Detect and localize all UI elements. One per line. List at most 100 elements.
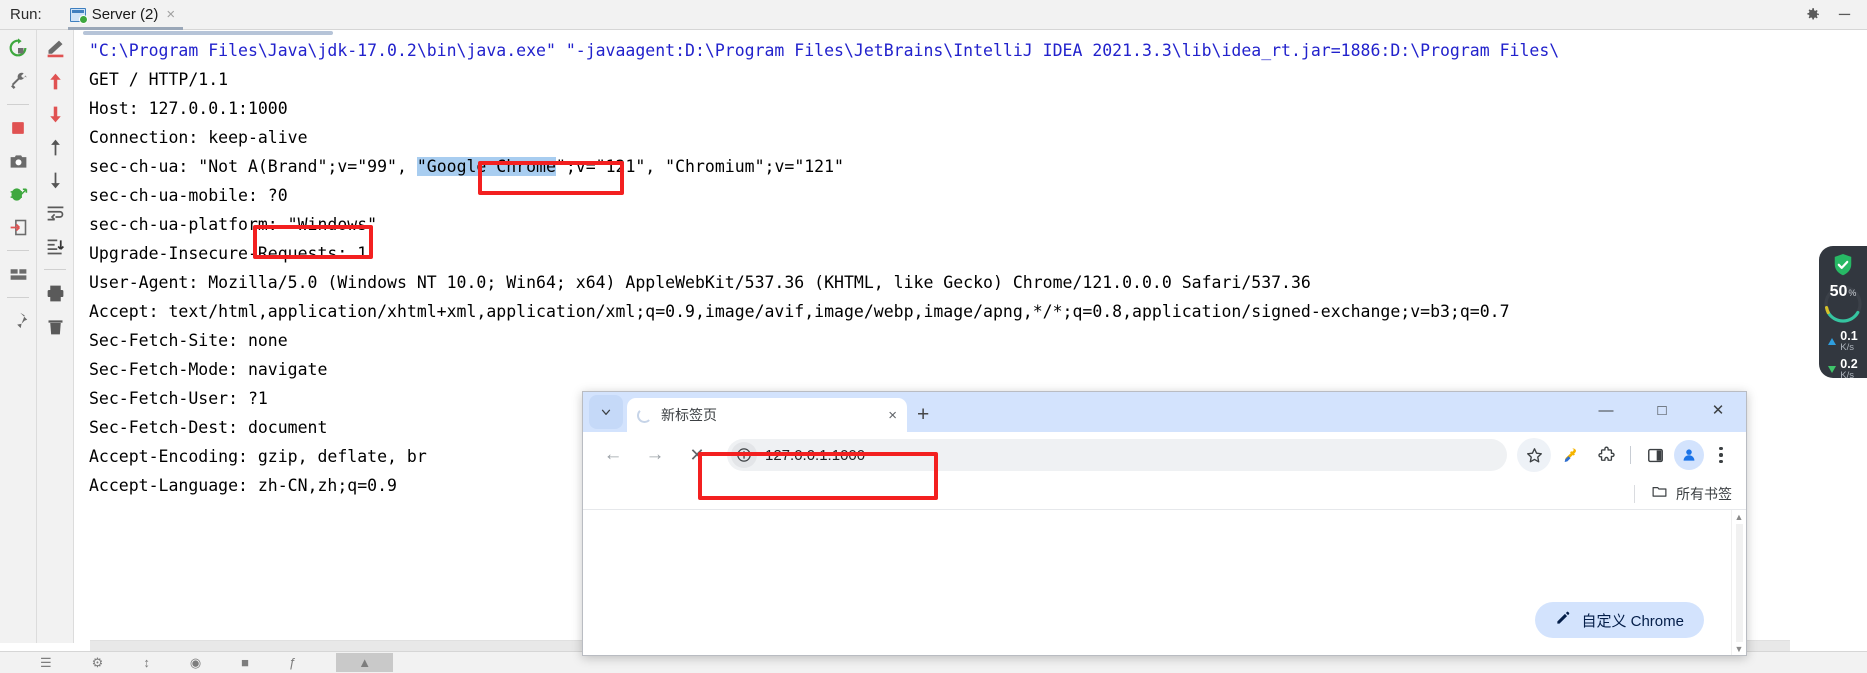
console-line: Sec-Fetch-Mode: navigate [89,360,328,379]
stop-loading-button[interactable]: ✕ [677,435,717,475]
console-line: Sec-Fetch-Site: none [89,331,288,350]
arrow-down-icon [1828,366,1837,374]
status-item[interactable]: ◉ [190,655,201,671]
run-label: Run: [10,6,42,23]
site-info-icon[interactable] [731,442,757,468]
selected-text: "Google Chrome [416,157,556,176]
console-line: GET / HTTP/1.1 [89,70,229,89]
upload-speed-row: 0.1 K/s [1828,329,1858,354]
console-line: sec-ch-ua-platform: "Windows" [89,215,378,234]
run-tab-server[interactable]: Server (2) × [64,0,184,30]
maximize-button[interactable]: □ [1634,392,1690,428]
scrollbar-thumb[interactable] [83,31,333,35]
extensions-puzzle-icon[interactable] [1589,438,1623,472]
chrome-menu-kebab-icon[interactable] [1706,438,1736,472]
console-toolbar-left [0,30,37,643]
run-tool-window-header: Run: Server (2) × [0,0,1867,30]
next-occurrence-icon[interactable] [43,102,67,126]
status-item[interactable]: ↕ [143,655,150,670]
bookmark-star-icon[interactable] [1517,438,1551,472]
close-icon[interactable]: × [166,6,175,23]
console-line: "C:\Program Files\Java\jdk-17.0.2\bin\ja… [89,41,1560,60]
minimize-icon[interactable] [1835,6,1853,24]
stop-icon[interactable] [6,116,30,140]
run-config-icon [69,7,88,24]
bookmarks-divider [1634,484,1635,503]
chrome-vertical-scrollbar[interactable]: ▲ ▼ [1731,510,1746,655]
prev-occurrence-icon[interactable] [43,69,67,93]
console-line: Upgrade-Insecure-Requests: 1 [89,244,368,263]
chrome-tab-newtab[interactable]: 新标签页 × [627,398,907,432]
print-icon[interactable] [43,281,67,305]
wrench-settings-icon[interactable] [6,69,30,93]
omnibox-url-text[interactable]: 127.0.0.1:1000 [765,447,865,464]
eyedropper-icon[interactable] [1553,438,1587,472]
window-controls: — □ ✕ [1578,392,1746,432]
toolbar-divider [7,104,29,105]
scroll-down-icon[interactable] [43,168,67,192]
chrome-browser-window[interactable]: 新标签页 × + — □ ✕ ← → ✕ 127.0.0.1:1000 所有书签… [582,391,1747,656]
chrome-tab-title: 新标签页 [661,407,717,423]
close-button[interactable]: ✕ [1690,392,1746,428]
download-speed-row: 0.2 K/s [1828,357,1858,381]
chrome-tab-strip: 新标签页 × + — □ ✕ [583,392,1746,432]
layout-icon[interactable] [6,262,30,286]
netspeed-widget[interactable]: 50% 0.1 K/s 0.2 K/s [1819,246,1867,381]
toolbar-divider [7,297,29,298]
forward-button[interactable]: → [635,435,675,475]
arrow-up-icon [1828,338,1837,346]
status-item[interactable]: ⚙ [92,655,104,671]
scroll-up-arrow-icon[interactable]: ▲ [1735,510,1744,524]
wrap-lines-icon[interactable] [43,201,67,225]
status-item[interactable]: ☰ [40,655,52,671]
thread-dump-icon[interactable] [6,215,30,239]
rerun-icon[interactable] [6,36,30,60]
pin-tab-icon[interactable] [6,309,30,333]
console-toolbar-right [37,30,74,643]
run-tab-title: Server (2) [91,6,159,23]
new-tab-button[interactable]: + [917,404,929,425]
folder-icon [1651,483,1668,505]
camera-snapshot-icon[interactable] [6,149,30,173]
minimize-button[interactable]: — [1578,392,1634,428]
cpu-usage-text: 50% [1822,283,1864,325]
console-line: sec-ch-ua-mobile: ?0 [89,186,288,205]
chrome-toolbar: ← → ✕ 127.0.0.1:1000 [583,432,1746,478]
gear-icon[interactable] [1803,6,1821,24]
console-line: sec-ch-ua: "Not A(Brand";v="99", "Google… [89,157,844,176]
console-line: Host: 127.0.0.1:1000 [89,99,288,118]
upload-speed-unit: K/s [1840,342,1855,354]
scroll-to-end-icon[interactable] [43,234,67,258]
console-line: Connection: keep-alive [89,128,308,147]
scroll-down-arrow-icon[interactable]: ▼ [1735,642,1744,655]
toolbar-divider [1630,446,1631,464]
scrollbar-track [1736,524,1743,642]
security-shield-check-icon[interactable] [1832,253,1854,277]
clear-all-trash-icon[interactable] [43,314,67,338]
run-header-actions [1803,6,1867,24]
status-item-active[interactable]: ▲ [336,653,394,672]
scroll-up-icon[interactable] [43,135,67,159]
side-panel-icon[interactable] [1638,438,1672,472]
customize-chrome-button[interactable]: 自定义 Chrome [1535,602,1704,638]
console-line: Accept: text/html,application/xhtml+xml,… [89,302,1510,321]
soft-wrap-pencil-icon[interactable] [43,36,67,60]
cpu-usage-ring: 50% [1822,283,1864,325]
omnibox[interactable]: 127.0.0.1:1000 [727,439,1507,471]
chrome-bookmarks-bar: 所有书签 [583,478,1746,510]
pencil-icon [1555,610,1571,631]
cpu-usage-value: 50 [1829,283,1848,300]
close-icon[interactable]: × [888,408,897,423]
all-bookmarks-label[interactable]: 所有书签 [1676,484,1732,504]
status-item[interactable]: ■ [241,655,249,670]
console-line: User-Agent: Mozilla/5.0 (Windows NT 10.0… [89,273,1311,292]
toolbar-divider [7,250,29,251]
customize-chrome-label: 自定义 Chrome [1581,612,1684,630]
screen-root: Run: Server (2) × "C:\Program Files\Java… [0,0,1867,673]
toolbar-divider [44,269,66,270]
profile-avatar-icon[interactable] [1674,440,1704,470]
tab-search-chevron-down-icon[interactable] [589,395,623,429]
status-item[interactable]: ƒ [289,655,296,670]
back-button[interactable]: ← [593,435,633,475]
debug-memory-icon[interactable] [6,182,30,206]
